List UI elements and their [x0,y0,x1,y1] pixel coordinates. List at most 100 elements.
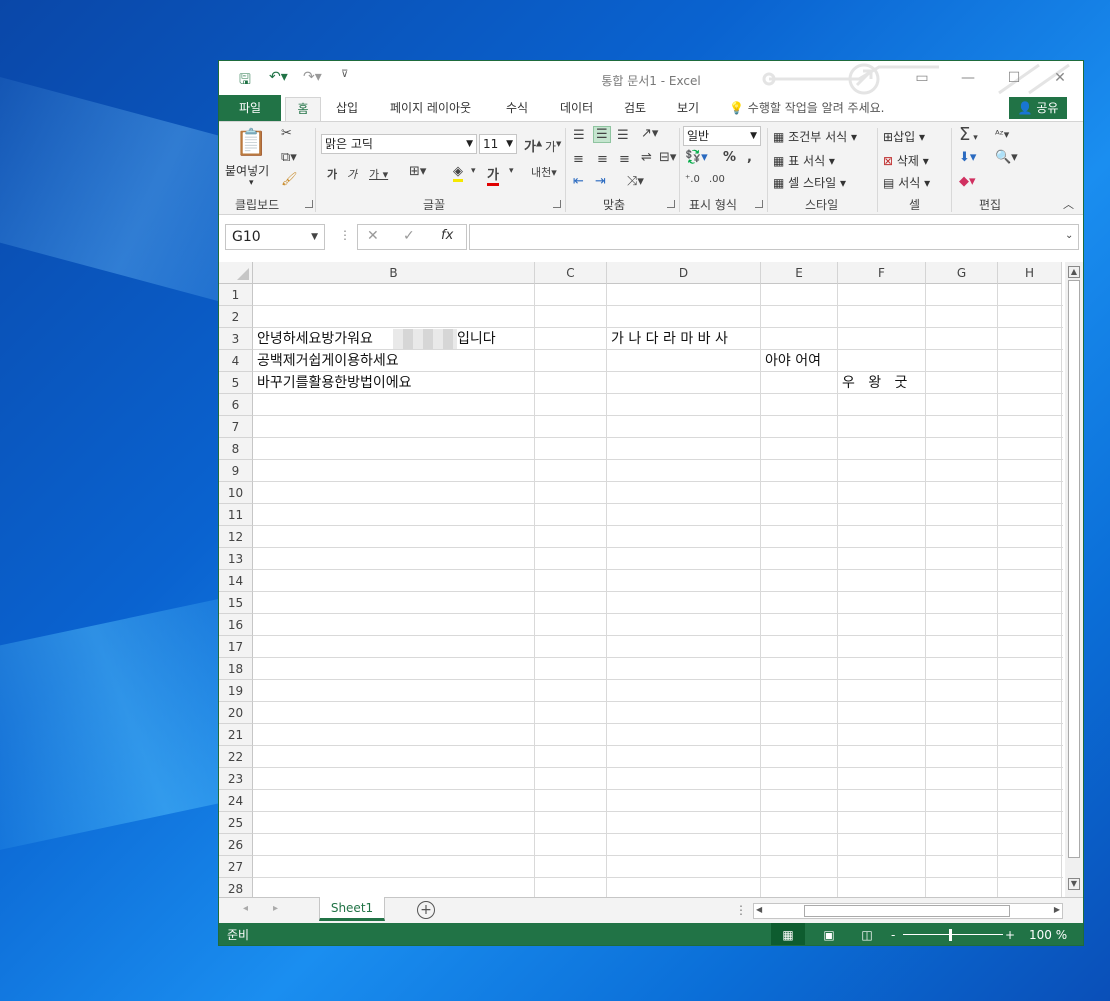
column-header-c[interactable]: C [535,262,607,284]
align-left-icon[interactable]: ≡ [573,152,584,167]
accounting-format-icon[interactable]: 💱▾ [685,150,708,165]
horizontal-scrollbar[interactable]: ◀ ▶ [753,903,1063,919]
ribbon-display-icon[interactable]: ▭ [905,67,939,89]
row-header-10[interactable]: 10 [219,482,253,504]
tab-insert[interactable]: 삽입 [336,99,358,121]
row-header-8[interactable]: 8 [219,438,253,460]
cell-style-button[interactable]: ▦ 셀 스타일 ▾ [773,174,846,191]
normal-view-icon[interactable]: ▦ [771,923,805,945]
row-header-25[interactable]: 25 [219,812,253,834]
row-header-18[interactable]: 18 [219,658,253,680]
autosum-icon[interactable]: Σ ▾ [959,124,978,145]
increase-indent-icon[interactable]: ⇥ [595,174,606,189]
tab-page-layout[interactable]: 페이지 레이아웃 [390,99,471,121]
merge-center-icon[interactable]: ⊟▾ [659,150,676,165]
row-header-2[interactable]: 2 [219,306,253,328]
expand-formula-icon[interactable]: ⌄ [1065,230,1073,241]
row-header-3[interactable]: 3 [219,328,253,350]
cut-icon[interactable]: ✂ [281,126,292,141]
row-header-22[interactable]: 22 [219,746,253,768]
select-all-corner[interactable] [219,262,253,284]
font-color-dropdown-icon[interactable]: ▾ [509,166,514,176]
find-select-icon[interactable]: 🔍▾ [995,150,1018,165]
paste-icon[interactable]: 📋 [235,128,267,158]
scroll-thumb[interactable] [1068,280,1080,858]
tab-view[interactable]: 보기 [677,99,699,121]
cell-b4[interactable]: 공백제거쉽게이용하세요 [254,350,399,372]
row-header-20[interactable]: 20 [219,702,253,724]
border-icon[interactable]: ⊞▾ [409,164,426,179]
delete-cells-button[interactable]: ⊠ 삭제 ▾ [883,152,929,169]
insert-cells-button[interactable]: ⊞삽입 ▾ [883,128,925,145]
share-button[interactable]: 👤 공유 [1009,97,1067,119]
collapse-ribbon-icon[interactable]: ︿ [1063,196,1074,212]
fill-down-icon[interactable]: ⬇▾ [959,150,976,165]
tab-formulas[interactable]: 수식 [506,99,528,121]
underline-icon[interactable]: 가 ▾ [369,166,388,182]
scroll-up-icon[interactable]: ▲ [1068,266,1080,278]
number-launcher-icon[interactable] [755,200,763,208]
tab-home[interactable]: 홈 [285,97,321,121]
clear-icon[interactable]: ◆▾ [959,174,976,189]
align-bottom-icon[interactable]: ☰ [617,128,629,143]
shrink-font-icon[interactable]: 가▼ [545,138,561,155]
tab-file[interactable]: 파일 [219,95,281,121]
decrease-indent-icon[interactable]: ⇤ [573,174,584,189]
row-header-21[interactable]: 21 [219,724,253,746]
fill-color-icon[interactable]: ◈ [453,164,463,182]
cell-b3-part2[interactable]: 입니다 [454,328,496,350]
splitter-icon[interactable]: ⋮ [735,903,747,917]
more-options-icon[interactable]: ⋮ [339,228,351,242]
font-color-icon[interactable]: 가 [487,164,499,186]
zoom-slider[interactable] [903,934,1003,935]
font-launcher-icon[interactable] [553,200,561,208]
sort-filter-icon[interactable]: ᴬᶻ▾ [995,128,1009,141]
row-header-12[interactable]: 12 [219,526,253,548]
page-layout-view-icon[interactable]: ▣ [817,923,841,945]
zoom-level[interactable]: 100 % [1029,923,1067,945]
column-header-e[interactable]: E [761,262,838,284]
orientation-icon[interactable]: ↗▾ [641,126,658,141]
row-header-26[interactable]: 26 [219,834,253,856]
row-header-4[interactable]: 4 [219,350,253,372]
row-header-27[interactable]: 27 [219,856,253,878]
paste-dropdown-icon[interactable]: ▾ [249,178,254,188]
align-top-icon[interactable]: ☰ [573,128,585,143]
fill-dropdown-icon[interactable]: ▾ [471,166,476,176]
row-header-23[interactable]: 23 [219,768,253,790]
tell-me-box[interactable]: 💡 수행할 작업을 알려 주세요. [729,99,884,121]
column-header-h[interactable]: H [998,262,1062,284]
row-header-15[interactable]: 15 [219,592,253,614]
cell-f5[interactable]: 우 왕 굿 [839,372,907,394]
row-header-1[interactable]: 1 [219,284,253,306]
name-box[interactable]: G10 ▼ [225,224,325,250]
clipboard-launcher-icon[interactable] [305,200,313,208]
grow-font-icon[interactable]: 가▲ [524,136,542,155]
add-sheet-icon[interactable]: + [417,901,435,919]
zoom-out-icon[interactable]: - [891,923,895,945]
row-header-6[interactable]: 6 [219,394,253,416]
hscroll-thumb[interactable] [804,905,1010,917]
row-header-9[interactable]: 9 [219,460,253,482]
column-header-d[interactable]: D [607,262,761,284]
row-header-13[interactable]: 13 [219,548,253,570]
minimize-button[interactable]: — [951,67,985,89]
font-size-select[interactable]: 11 ▼ [479,134,517,154]
column-header-b[interactable]: B [253,262,535,284]
row-header-19[interactable]: 19 [219,680,253,702]
phonetic-icon[interactable]: 내천▾ [531,164,557,180]
row-header-17[interactable]: 17 [219,636,253,658]
scroll-down-icon[interactable]: ▼ [1068,878,1080,890]
paste-label[interactable]: 붙여넣기 [225,162,269,179]
bold-icon[interactable]: 가 [327,166,337,182]
row-header-16[interactable]: 16 [219,614,253,636]
zoom-slider-thumb[interactable] [949,929,952,941]
comma-icon[interactable]: , [747,150,752,165]
tab-review[interactable]: 검토 [624,99,646,121]
align-center-icon[interactable]: ≡ [597,152,608,167]
font-name-select[interactable]: 맑은 고딕 ▼ [321,134,477,154]
page-break-view-icon[interactable]: ◫ [855,923,879,945]
increase-decimal-icon[interactable]: ⁺.0 [685,174,700,185]
format-cells-button[interactable]: ▤ 서식 ▾ [883,174,930,191]
copy-icon[interactable]: ⧉▾ [281,150,297,165]
